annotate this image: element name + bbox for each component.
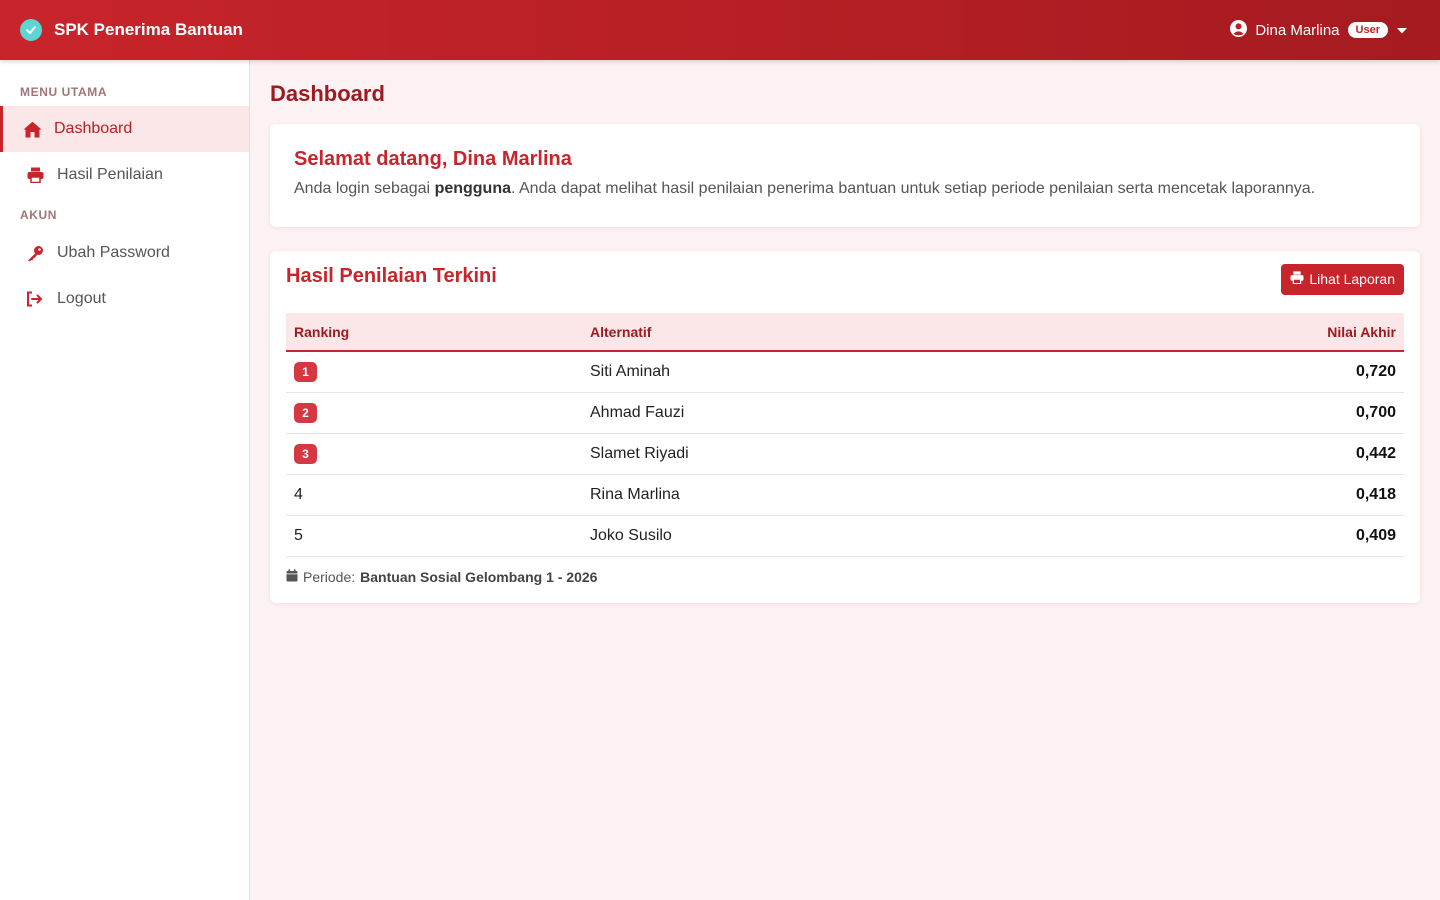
final-score: 0,442 — [1355, 444, 1396, 462]
sidebar-item-label: Dashboard — [54, 120, 133, 137]
table-row: 1 Siti Aminah 0,720 — [286, 351, 1404, 392]
results-header: Hasil Penilaian Terkini Lihat Laporan — [286, 261, 1404, 295]
sidebar-item-ubah-password[interactable]: Ubah Password — [0, 230, 249, 276]
sidebar-item-label: Hasil Penilaian — [57, 166, 163, 183]
final-score: 0,700 — [1355, 403, 1396, 421]
page-title: Dashboard — [270, 81, 385, 106]
main-content: Dashboard Selamat datang, Dina Marlina A… — [270, 60, 1420, 603]
column-header-alternatif: Alternatif — [590, 323, 652, 340]
sidebar-item-hasil-penilaian[interactable]: Hasil Penilaian — [0, 152, 249, 198]
welcome-text: Anda login sebagai pengguna. Anda dapat … — [294, 180, 1396, 198]
results-card: Hasil Penilaian Terkini Lihat Laporan Ra… — [270, 251, 1420, 603]
welcome-role: pengguna — [434, 180, 511, 197]
view-report-button[interactable]: Lihat Laporan — [1281, 263, 1404, 295]
results-table: Ranking Alternatif Nilai Akhir 1 Siti Am… — [286, 313, 1404, 557]
table-row: 2 Ahmad Fauzi 0,700 — [286, 392, 1404, 433]
rank-number: 4 — [294, 485, 303, 503]
welcome-text-before: Anda login sebagai — [294, 180, 435, 197]
table-header-row: Ranking Alternatif Nilai Akhir — [286, 313, 1404, 351]
role-badge: User — [1347, 22, 1388, 38]
sidebar-item-label: Logout — [57, 290, 106, 307]
rank-badge: 3 — [294, 443, 317, 464]
brand-name: SPK Penerima Bantuan — [54, 20, 243, 39]
periode-info: Periode: Bantuan Sosial Gelombang 1 - 20… — [286, 569, 1404, 585]
alternative-name: Siti Aminah — [590, 362, 671, 380]
rank-number: 5 — [294, 526, 303, 544]
table-row: 4 Rina Marlina 0,418 — [286, 474, 1404, 515]
column-header-nilai-akhir: Nilai Akhir — [1327, 323, 1396, 340]
logout-icon — [25, 289, 45, 309]
calendar-icon — [286, 568, 298, 585]
rank-badge: 2 — [294, 402, 317, 423]
welcome-card: Selamat datang, Dina Marlina Anda login … — [270, 124, 1420, 227]
sidebar-section-akun: AKUN — [20, 208, 58, 222]
sidebar-item-dashboard[interactable]: Dashboard — [0, 106, 249, 152]
table-row: 3 Slamet Riyadi 0,442 — [286, 433, 1404, 474]
sidebar-section-menu-utama: MENU UTAMA — [20, 85, 108, 99]
printer-icon — [25, 165, 45, 185]
user-menu[interactable]: Dina Marlina User — [1230, 19, 1420, 41]
alternative-name: Ahmad Fauzi — [590, 403, 685, 421]
key-icon — [25, 243, 45, 263]
final-score: 0,409 — [1355, 526, 1396, 544]
topbar: SPK Penerima Bantuan Dina Marlina User — [0, 0, 1440, 60]
printer-icon — [1290, 271, 1304, 287]
periode-value: Bantuan Sosial Gelombang 1 - 2026 — [360, 568, 598, 585]
alternative-name: Joko Susilo — [590, 526, 672, 544]
sidebar-item-logout[interactable]: Logout — [0, 276, 249, 322]
periode-label: Periode: — [303, 568, 356, 585]
final-score: 0,418 — [1355, 485, 1396, 503]
alternative-name: Rina Marlina — [590, 485, 680, 503]
home-icon — [22, 119, 42, 139]
user-name: Dina Marlina — [1255, 21, 1340, 39]
table-row: 5 Joko Susilo 0,409 — [286, 515, 1404, 556]
welcome-title: Selamat datang, Dina Marlina — [294, 148, 572, 170]
rank-badge: 1 — [294, 361, 317, 382]
view-report-label: Lihat Laporan — [1309, 271, 1395, 287]
user-circle-icon — [1230, 19, 1248, 41]
column-header-ranking: Ranking — [294, 323, 350, 340]
sidebar: MENU UTAMA Dashboard Hasil Penilaian AKU… — [0, 60, 250, 900]
results-title: Hasil Penilaian Terkini — [286, 264, 497, 287]
brand[interactable]: SPK Penerima Bantuan — [20, 19, 243, 41]
sidebar-item-label: Ubah Password — [57, 244, 170, 261]
caret-down-icon — [1396, 22, 1408, 39]
alternative-name: Slamet Riyadi — [590, 444, 689, 462]
check-circle-icon — [20, 19, 42, 41]
welcome-text-after: . Anda dapat melihat hasil penilaian pen… — [511, 180, 1316, 197]
final-score: 0,720 — [1355, 362, 1396, 380]
